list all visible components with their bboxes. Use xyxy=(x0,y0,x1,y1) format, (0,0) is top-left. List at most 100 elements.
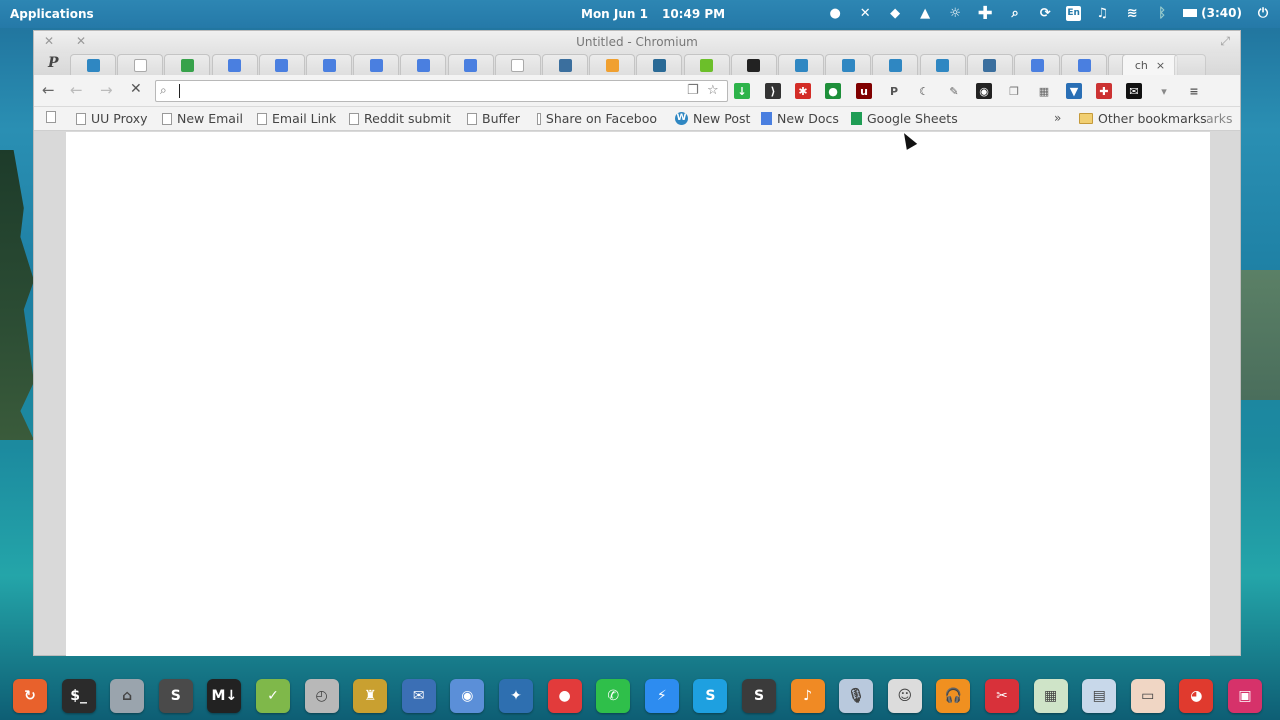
bookmark-item[interactable]: W New Post xyxy=(675,111,750,126)
plus-box-icon[interactable]: ✚ xyxy=(1096,83,1112,99)
browser-tab[interactable] xyxy=(825,54,872,75)
whatsapp-icon[interactable]: ✆ xyxy=(596,679,631,713)
gold-app-icon[interactable]: ♜ xyxy=(353,679,388,713)
other-bookmarks-folder[interactable]: Other bookmarks xyxy=(1079,111,1207,126)
bookmark-item[interactable]: New Email xyxy=(162,111,243,126)
browser-tab[interactable] xyxy=(306,54,352,75)
sublime-text-icon[interactable]: S xyxy=(158,679,193,713)
presentation-icon[interactable]: ▭ xyxy=(1130,679,1165,713)
microphone-icon[interactable]: 🎙 xyxy=(839,679,874,713)
bookmark-peek[interactable] xyxy=(46,111,56,123)
power-icon[interactable]: ⏻ xyxy=(1254,4,1272,22)
plus-icon[interactable]: ✚ xyxy=(976,3,994,24)
bookmarks-overflow-button[interactable]: » xyxy=(1054,111,1061,125)
search-icon[interactable]: ⌕ xyxy=(1006,4,1024,22)
sync-icon[interactable]: ⟳ xyxy=(1036,4,1054,22)
back-disabled-icon[interactable]: ← xyxy=(70,81,83,99)
clock-check-icon[interactable]: ✓ xyxy=(256,679,290,713)
ublock-icon[interactable]: u xyxy=(856,83,872,99)
messenger-icon[interactable]: ⚡ xyxy=(644,679,679,713)
pocket-p-icon[interactable]: P xyxy=(886,83,902,99)
back-icon[interactable]: ← xyxy=(42,81,55,99)
browser-tab[interactable] xyxy=(542,54,588,75)
document-icon[interactable]: ▤ xyxy=(1082,679,1117,713)
lightbulb-icon[interactable]: ☼ xyxy=(946,4,964,22)
download-icon[interactable]: ↓ xyxy=(734,83,750,99)
browser-tab[interactable] xyxy=(1061,54,1108,75)
bookmark-item[interactable]: UU Proxy xyxy=(76,111,148,126)
bookmark-star-icon[interactable]: ☆ xyxy=(707,83,719,98)
address-bar[interactable]: ⌕ ❐ ☆ xyxy=(155,80,728,102)
lastpass-icon[interactable]: ✱ xyxy=(795,83,811,99)
browser-tab[interactable] xyxy=(70,54,116,75)
volume-icon[interactable]: ♫ xyxy=(1093,4,1111,22)
browser-tab[interactable] xyxy=(1014,54,1060,75)
pocket-pinned-tab-icon[interactable]: P xyxy=(48,55,59,71)
browser-tab[interactable] xyxy=(636,54,683,75)
browser-tab[interactable] xyxy=(589,54,636,75)
vivid-icon[interactable]: ▼ xyxy=(1066,83,1082,99)
browser-tab[interactable] xyxy=(258,54,305,75)
bookmark-item[interactable]: Reddit submit xyxy=(349,111,451,126)
skype-icon[interactable]: S xyxy=(693,679,728,713)
bookmark-item[interactable]: New Docs xyxy=(761,111,839,126)
mail-icon[interactable]: ✉ xyxy=(1126,83,1142,99)
window-icon[interactable]: ❐ xyxy=(1006,83,1022,99)
browser-tab[interactable] xyxy=(730,54,777,75)
browser-tab[interactable] xyxy=(353,54,400,75)
active-tab[interactable]: ch × xyxy=(1122,54,1178,75)
chat-icon[interactable]: ● xyxy=(826,4,844,22)
wifi-icon[interactable]: ≋ xyxy=(1123,4,1141,22)
drive-icon[interactable]: ▲ xyxy=(916,4,934,22)
file-manager-icon[interactable]: ⌂ xyxy=(110,679,145,713)
update-manager-icon[interactable]: ↻ xyxy=(13,679,47,713)
browser-tab[interactable] xyxy=(683,54,730,75)
stop-loading-icon[interactable]: ✕ xyxy=(130,81,142,97)
browser-tab[interactable] xyxy=(400,54,447,75)
tools-icon[interactable]: ✕ xyxy=(856,4,874,22)
browser-tab[interactable] xyxy=(778,54,824,75)
browser-tab[interactable] xyxy=(117,54,164,75)
bookmark-item[interactable]: Buffer xyxy=(467,111,520,126)
browser-tab[interactable] xyxy=(164,54,211,75)
dropdown-icon[interactable]: ▾ xyxy=(1156,83,1172,99)
bookmark-item[interactable]: Share on Faceboo xyxy=(537,111,657,126)
disk-usage-icon[interactable]: ◕ xyxy=(1179,679,1214,713)
browser-tab[interactable] xyxy=(919,54,966,75)
menu-icon[interactable]: ≡ xyxy=(1186,83,1202,99)
slack-icon[interactable]: S xyxy=(742,679,776,713)
chromium-icon[interactable]: ◉ xyxy=(450,679,485,713)
browser-tab[interactable] xyxy=(966,54,1013,75)
browser-tab[interactable] xyxy=(494,54,541,75)
bookmark-item[interactable]: Email Link xyxy=(257,111,336,126)
close-tab-icon[interactable]: × xyxy=(1156,59,1165,72)
headphones-icon[interactable]: 🎧 xyxy=(936,679,971,713)
new-tab-button[interactable] xyxy=(1174,54,1206,75)
thunderbird-icon[interactable]: ✦ xyxy=(499,679,533,713)
stopwatch-icon[interactable]: ◴ xyxy=(304,679,339,713)
maximize-icon[interactable]: ⤢ xyxy=(1220,34,1230,49)
browser-tab[interactable] xyxy=(211,54,258,75)
applications-menu-button[interactable]: Applications xyxy=(10,7,94,21)
dropbox-icon[interactable]: ◆ xyxy=(886,4,904,22)
green-square-icon[interactable]: ● xyxy=(825,83,841,99)
copy-page-icon[interactable]: ❐ xyxy=(687,83,699,98)
markdown-editor-icon[interactable]: M↓ xyxy=(207,679,242,713)
music-icon[interactable]: ♪ xyxy=(790,679,825,713)
forward-icon[interactable]: → xyxy=(100,81,113,99)
grid-icon[interactable]: ▦ xyxy=(1036,83,1052,99)
eye-icon[interactable]: ◉ xyxy=(976,83,992,99)
rocket-icon[interactable]: ✎ xyxy=(946,83,962,99)
spreadsheet-icon[interactable]: ▦ xyxy=(1033,679,1068,713)
terminal-icon[interactable]: $_ xyxy=(61,679,96,713)
battery-indicator[interactable]: (3:40) xyxy=(1183,4,1242,22)
screen-switch-icon[interactable]: ▣ xyxy=(1228,679,1262,713)
screenshot-icon[interactable]: ✂ xyxy=(985,679,1019,713)
red-circle-app-icon[interactable]: ● xyxy=(547,679,582,713)
browser-tab[interactable] xyxy=(872,54,919,75)
robot-icon[interactable]: ☺ xyxy=(887,679,922,713)
keyboard-layout-icon[interactable]: En xyxy=(1066,5,1082,21)
dark-extension-icon[interactable]: ⟩ xyxy=(765,83,781,99)
gmail-box-icon[interactable]: ✉ xyxy=(401,679,436,713)
panel-clock[interactable]: Mon Jun 1 10:49 PM xyxy=(581,7,725,21)
